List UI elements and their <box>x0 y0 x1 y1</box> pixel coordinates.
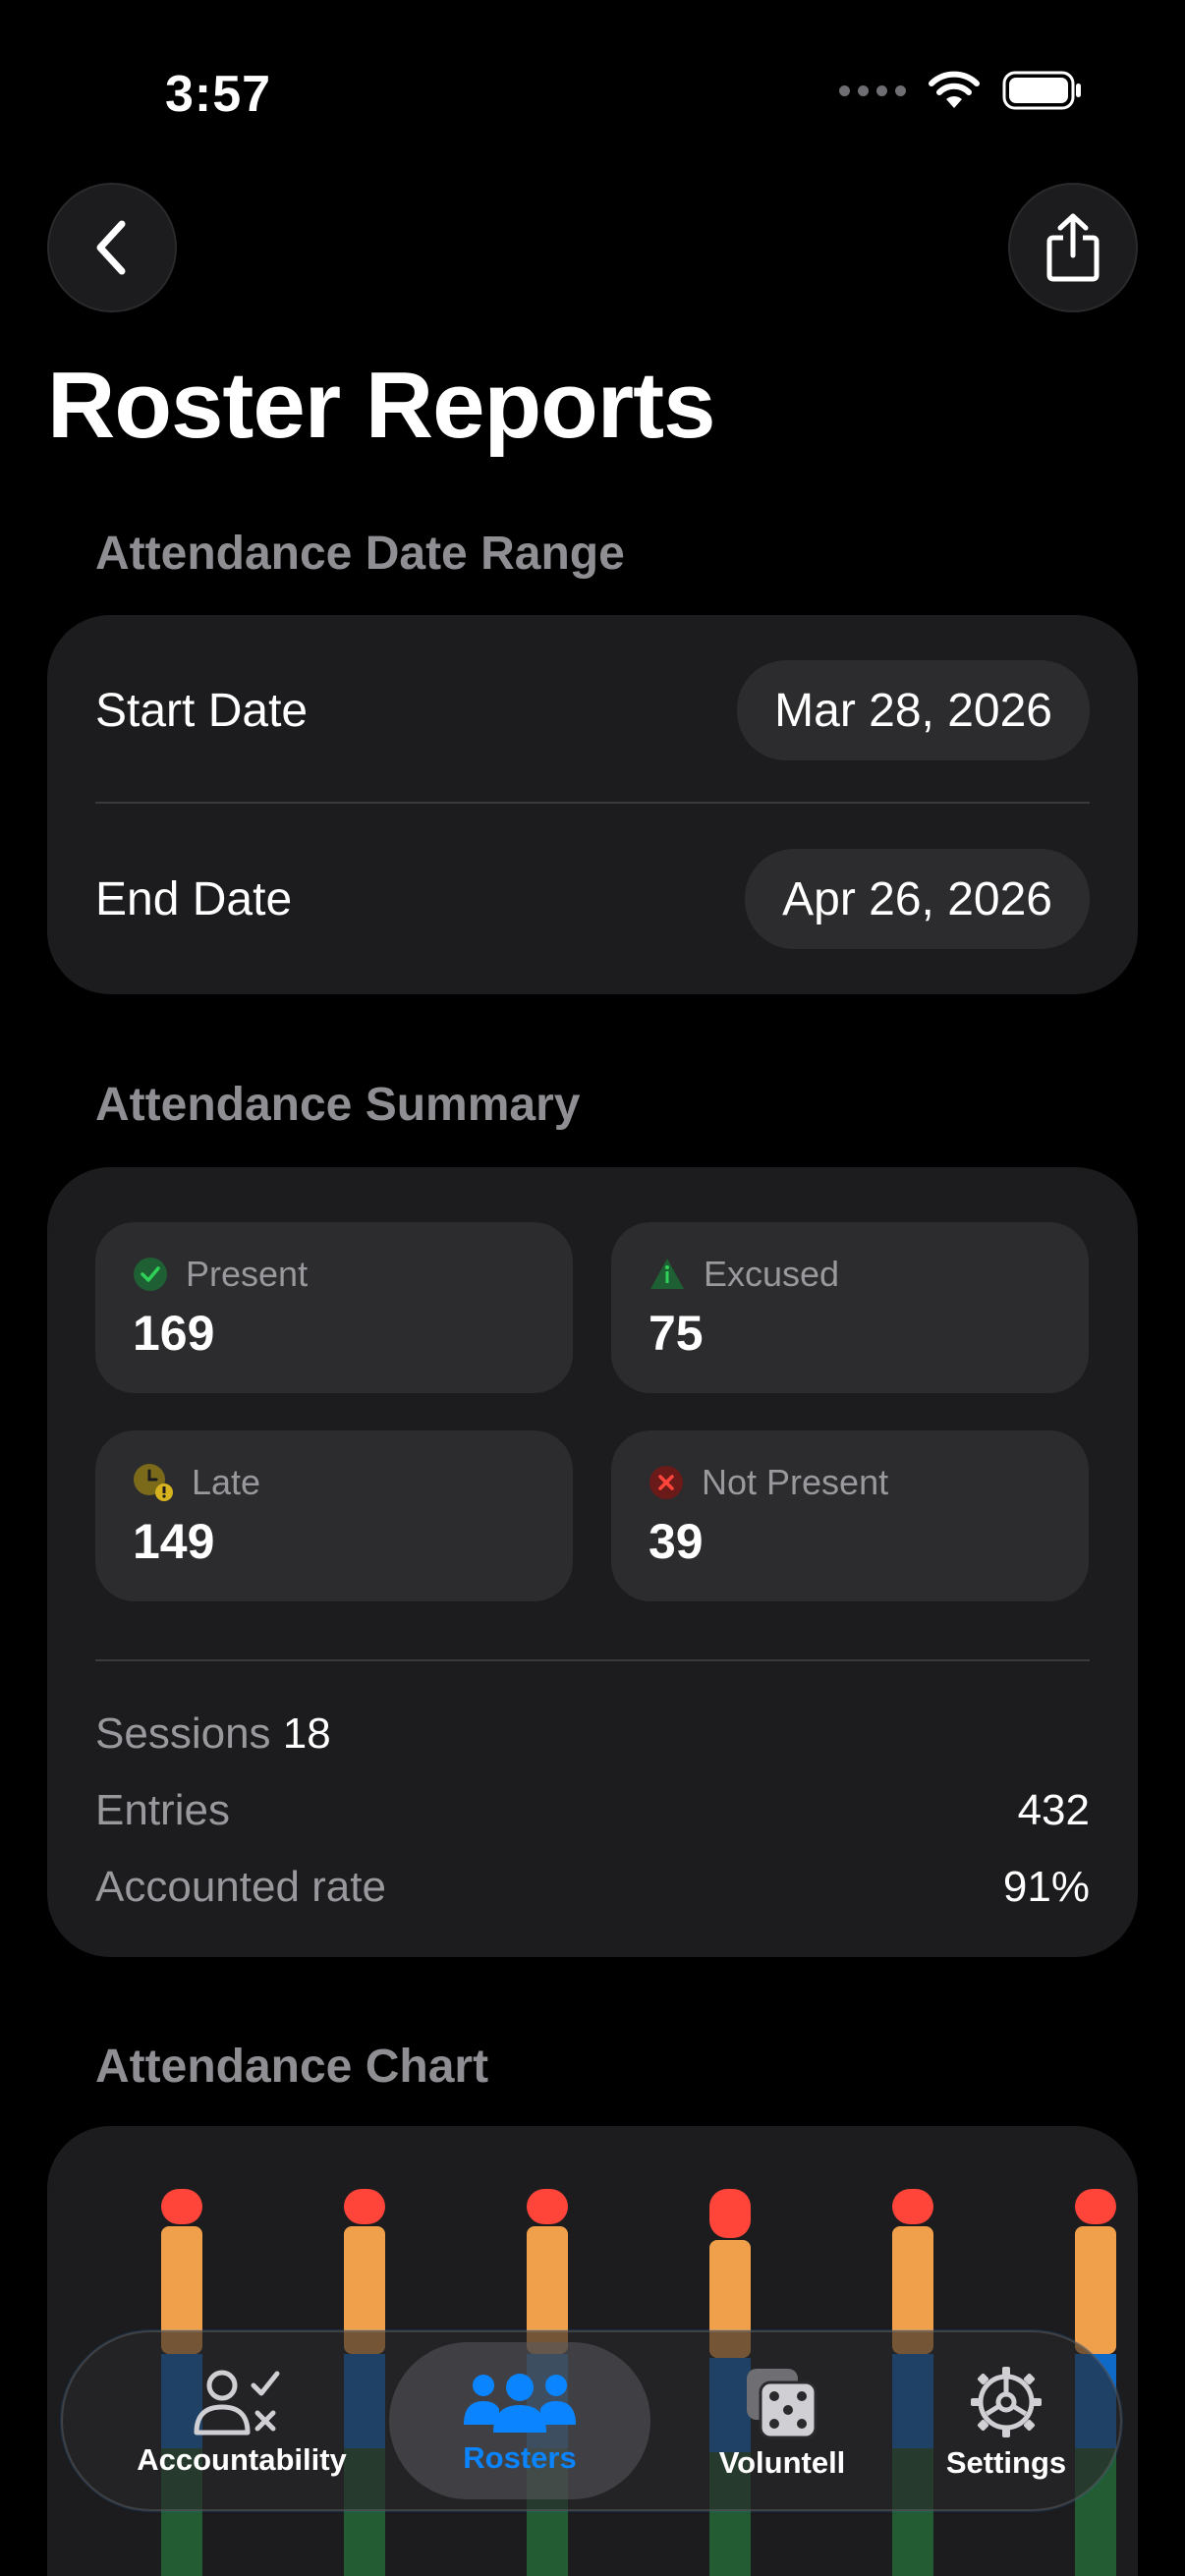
start-date-label: Start Date <box>95 684 309 737</box>
entries-row: Entries 432 <box>95 1786 1090 1835</box>
stat-not-present-label: Not Present <box>702 1462 889 1502</box>
wifi-icon <box>929 71 980 108</box>
stat-present-value: 169 <box>133 1306 215 1361</box>
end-date-picker[interactable]: Apr 26, 2026 <box>745 849 1090 949</box>
sessions-value: 18 <box>282 1709 331 1758</box>
back-button[interactable] <box>47 183 177 312</box>
accounted-rate-row: Accounted rate 91% <box>95 1863 1090 1912</box>
tab-voluntell[interactable]: Voluntell <box>684 2332 880 2513</box>
tab-rosters[interactable]: Rosters <box>389 2332 650 2513</box>
tab-settings[interactable]: Settings <box>908 2332 1104 2513</box>
sessions-label: Sessions <box>95 1709 271 1758</box>
divider <box>95 802 1090 804</box>
checkmark-circle-icon <box>134 1258 167 1291</box>
x-circle-icon <box>649 1466 683 1499</box>
page-title: Roster Reports <box>47 353 715 458</box>
divider <box>95 1659 1090 1661</box>
stat-not-present: Not Present 39 <box>611 1430 1089 1601</box>
chart-header: Attendance Chart <box>95 2041 489 2093</box>
date-range-header: Attendance Date Range <box>95 528 625 580</box>
sessions-row: Sessions 18 <box>95 1709 1090 1759</box>
tab-settings-label: Settings <box>945 2445 1067 2480</box>
accounted-rate-label: Accounted rate <box>95 1863 386 1911</box>
accounted-rate-value: 91% <box>1002 1863 1090 1911</box>
tab-accountability-label: Accountability <box>137 2442 347 2477</box>
stat-present: Present 169 <box>95 1222 573 1393</box>
summary-header: Attendance Summary <box>95 1079 581 1131</box>
status-bar: 3:57 <box>0 0 1185 177</box>
tab-accountability[interactable]: Accountability <box>124 2332 360 2513</box>
tab-rosters-label: Rosters <box>463 2440 577 2475</box>
people-group-icon <box>464 2374 576 2433</box>
dice-icon <box>747 2369 818 2439</box>
tab-voluntell-label: Voluntell <box>718 2445 846 2480</box>
person-checklist-icon <box>194 2370 280 2436</box>
stat-late: Late 149 <box>95 1430 573 1601</box>
end-date-row: End Date Apr 26, 2026 <box>95 849 1090 949</box>
battery-icon <box>1002 71 1081 110</box>
end-date-label: End Date <box>95 872 293 925</box>
gear-icon <box>971 2367 1042 2437</box>
status-time: 3:57 <box>165 66 272 123</box>
entries-value: 432 <box>1017 1786 1090 1834</box>
stat-late-label: Late <box>192 1462 261 1502</box>
stat-not-present-value: 39 <box>649 1514 704 1569</box>
clock-warning-icon <box>134 1464 173 1501</box>
status-icons <box>839 71 1083 110</box>
share-button[interactable] <box>1008 183 1138 312</box>
stat-excused-value: 75 <box>649 1306 704 1361</box>
summary-card: Present 169 Excused 75 Late 149 Not Pres… <box>47 1167 1138 1957</box>
tab-bar: Accountability Rosters Voluntell Setting… <box>61 2330 1122 2511</box>
stat-excused: Excused 75 <box>611 1222 1089 1393</box>
cellular-signal-icon <box>839 84 906 96</box>
stat-excused-label: Excused <box>704 1254 840 1294</box>
entries-label: Entries <box>95 1786 230 1834</box>
date-range-card: Start Date Mar 28, 2026 End Date Apr 26,… <box>47 615 1138 994</box>
chevron-left-icon <box>96 220 126 275</box>
stat-present-label: Present <box>186 1254 309 1294</box>
start-date-row: Start Date Mar 28, 2026 <box>95 660 1090 760</box>
stat-late-value: 149 <box>133 1514 215 1569</box>
share-icon <box>1046 213 1100 282</box>
info-triangle-icon <box>650 1259 684 1289</box>
start-date-picker[interactable]: Mar 28, 2026 <box>737 660 1090 760</box>
